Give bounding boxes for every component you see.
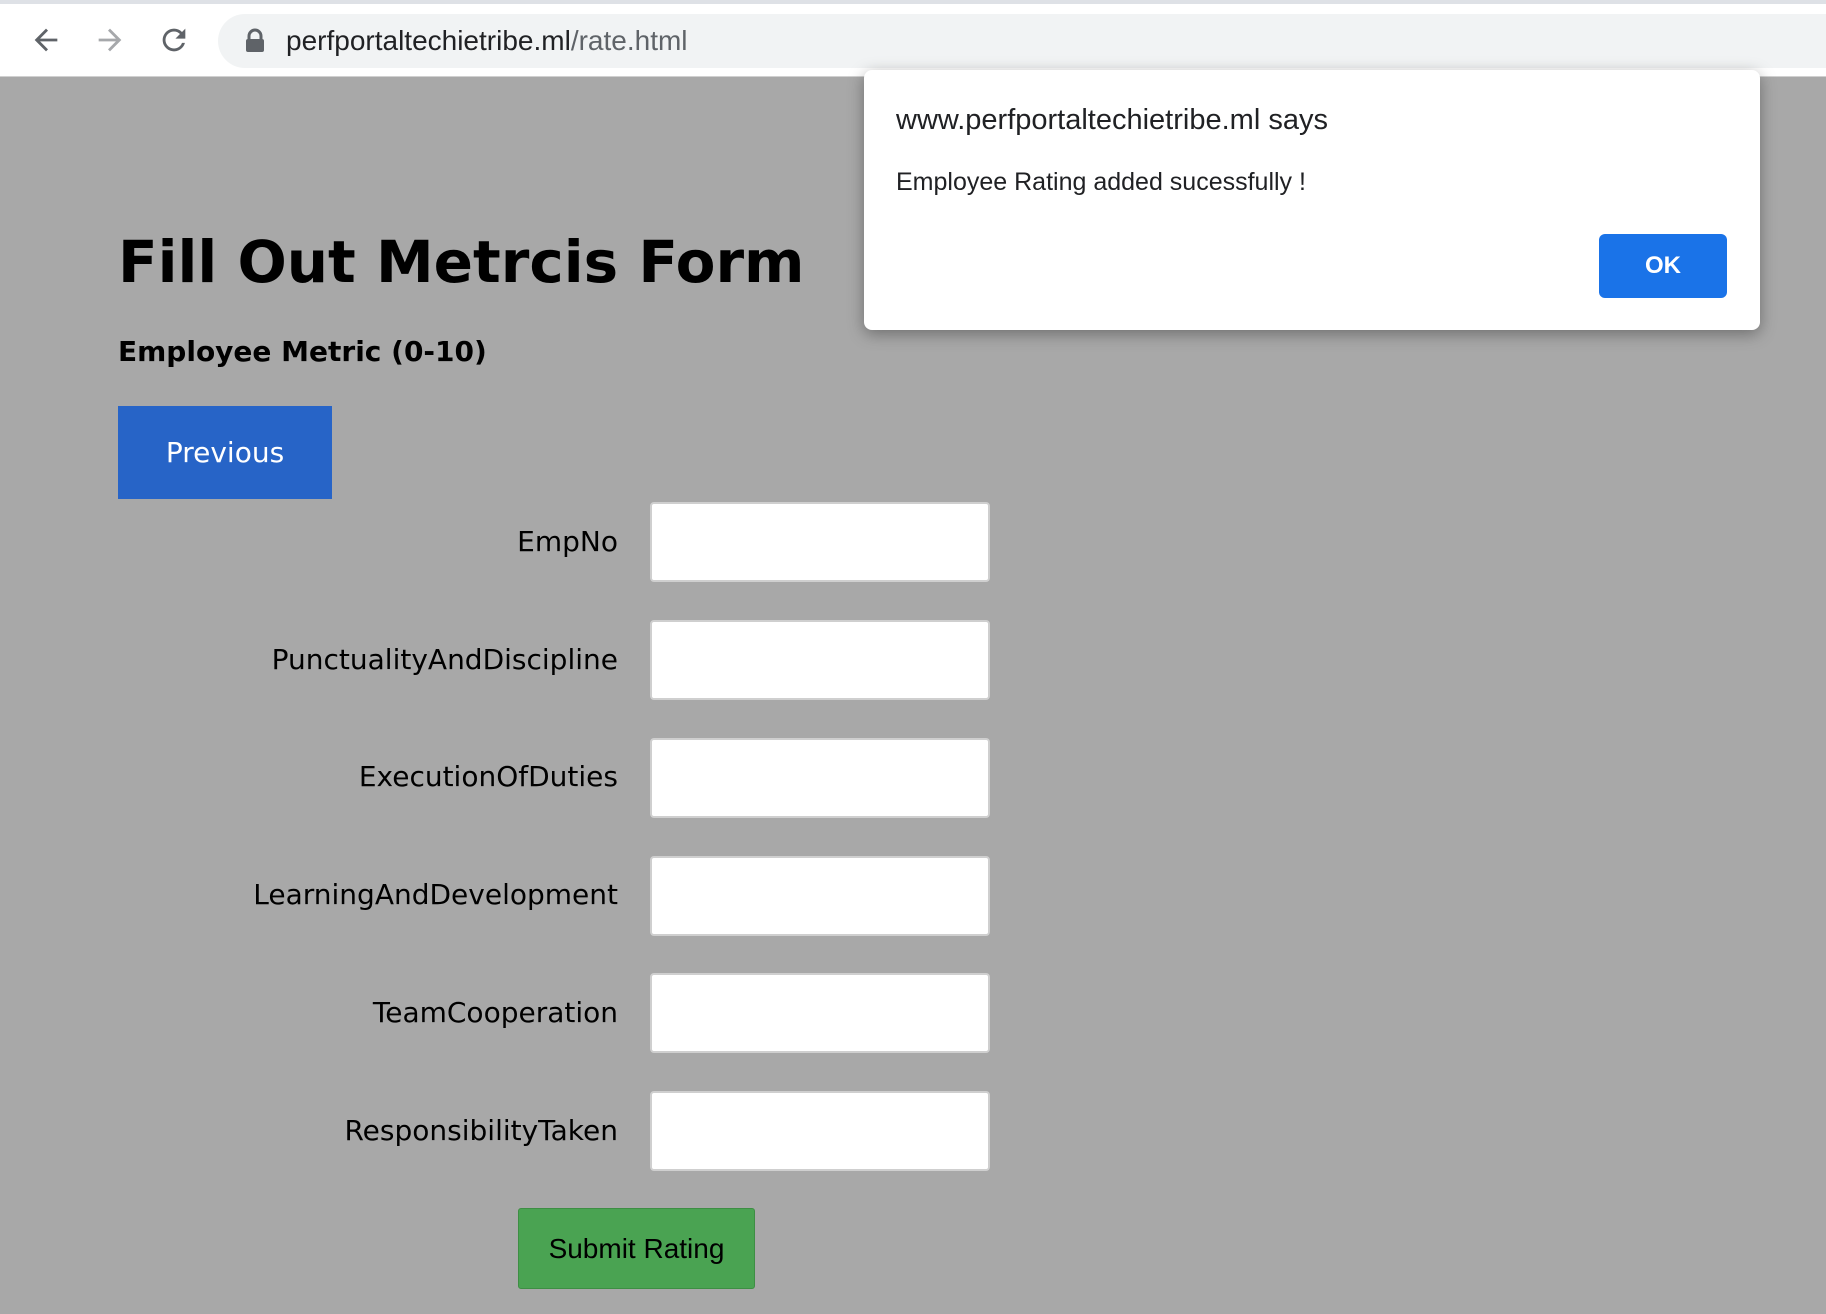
label-execution-of-duties: ExecutionOfDuties bbox=[358, 760, 618, 793]
alert-dialog: www.perfportaltechietribe.ml says Employ… bbox=[864, 70, 1760, 330]
execution-of-duties-input[interactable] bbox=[650, 738, 990, 818]
forward-arrow-icon bbox=[98, 28, 122, 52]
label-responsibility-taken: ResponsibilityTaken bbox=[344, 1114, 618, 1147]
browser-toolbar: perfportaltechietribe.ml/rate.html bbox=[0, 4, 1826, 77]
back-button[interactable] bbox=[20, 14, 72, 66]
dialog-message: Employee Rating added sucessfully ! bbox=[896, 168, 1306, 196]
page-title: Fill Out Metrcis Form bbox=[118, 228, 805, 296]
reload-icon bbox=[162, 28, 186, 52]
url-text: perfportaltechietribe.ml/rate.html bbox=[286, 14, 688, 68]
label-punctuality-and-discipline: PunctualityAndDiscipline bbox=[271, 643, 618, 676]
label-learning-and-development: LearningAndDevelopment bbox=[253, 878, 618, 911]
url-path: /rate.html bbox=[570, 25, 688, 56]
learning-and-development-input[interactable] bbox=[650, 856, 990, 936]
reload-button[interactable] bbox=[148, 14, 200, 66]
submit-rating-button[interactable]: Submit Rating bbox=[518, 1208, 755, 1289]
back-arrow-icon bbox=[34, 28, 58, 52]
lock-icon bbox=[244, 28, 266, 58]
punctuality-and-discipline-input[interactable] bbox=[650, 620, 990, 700]
url-host: perfportaltechietribe.ml bbox=[286, 25, 571, 56]
address-bar[interactable]: perfportaltechietribe.ml/rate.html bbox=[218, 14, 1826, 68]
previous-button[interactable]: Previous bbox=[118, 406, 332, 499]
forward-button[interactable] bbox=[84, 14, 136, 66]
dialog-title: www.perfportaltechietribe.ml says bbox=[896, 104, 1328, 136]
ok-button[interactable]: OK bbox=[1599, 234, 1727, 298]
label-team-cooperation: TeamCooperation bbox=[372, 996, 618, 1029]
empno-input[interactable] bbox=[650, 502, 990, 582]
team-cooperation-input[interactable] bbox=[650, 973, 990, 1053]
responsibility-taken-input[interactable] bbox=[650, 1091, 990, 1171]
label-empno: EmpNo bbox=[517, 525, 618, 558]
form-subtitle: Employee Metric (0-10) bbox=[118, 335, 487, 368]
